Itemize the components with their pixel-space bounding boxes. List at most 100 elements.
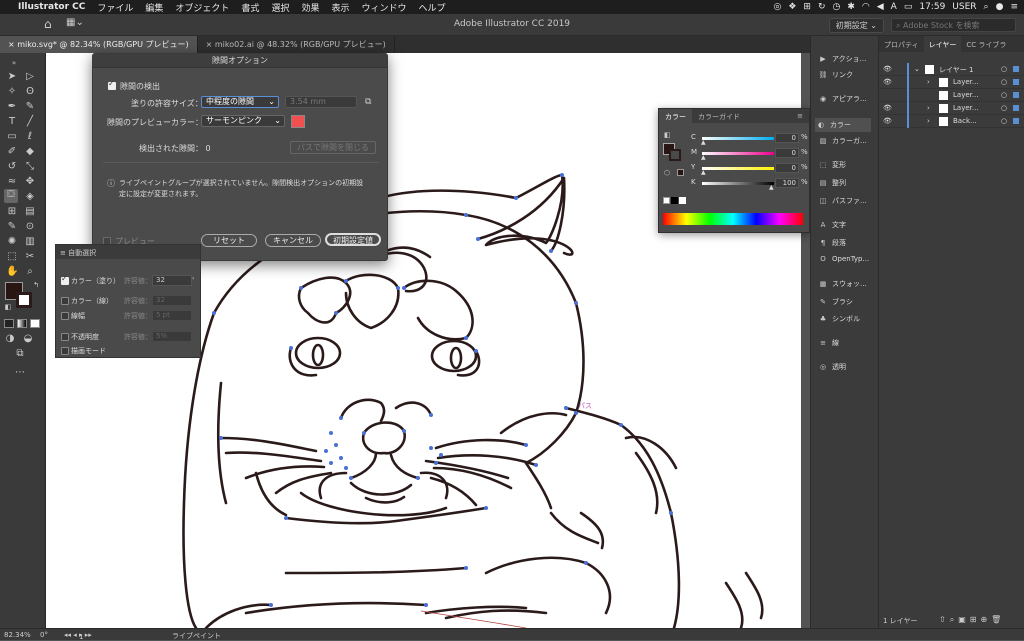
shaper-tool-icon[interactable]: ✐ (6, 146, 18, 158)
direct-selection-tool-icon[interactable]: ▷ (24, 71, 36, 83)
menu-help[interactable]: ヘルプ (413, 1, 452, 14)
curvature-tool-icon[interactable]: ✎ (24, 101, 36, 113)
dock-color-guide[interactable]: ▨ カラーガ... (817, 136, 867, 146)
shape-builder-tool-icon[interactable]: ◈ (24, 191, 36, 203)
tab-cc-libraries[interactable]: CC ライブラ (961, 36, 1011, 52)
chevron-right-icon[interactable]: › (192, 275, 194, 282)
dock-transparency[interactable]: ◎ 透明 (817, 362, 846, 372)
dock-opentype[interactable]: O OpenTyp... (817, 255, 869, 263)
chevron-right-icon[interactable]: › (927, 117, 930, 125)
dock-brushes[interactable]: ✎ ブラシ (817, 297, 853, 307)
default-settings-button[interactable]: 初期設定値 (325, 233, 381, 246)
dock-character[interactable]: A 文字 (817, 220, 846, 230)
hand-tool-icon[interactable]: ✋ (6, 266, 18, 278)
target-icon[interactable]: ○ (1001, 65, 1007, 73)
magic-wand-tool-icon[interactable]: ✧ (6, 86, 18, 98)
selection-indicator[interactable] (1013, 105, 1019, 111)
slider-handle[interactable]: ▲ (701, 154, 706, 161)
cancel-button[interactable]: キャンセル (265, 234, 321, 247)
layer-row[interactable]: 👁 › Layer... ○ (879, 76, 1024, 89)
dock-pathfinder[interactable]: ◫ パスファ... (817, 196, 867, 206)
fill-size-select[interactable]: 中程度の隙間 ⌄ (201, 96, 279, 108)
collapse-icon[interactable]: » (8, 57, 20, 69)
gamut-swatch[interactable] (677, 169, 684, 176)
stroke-weight-checkbox[interactable] (61, 312, 69, 320)
menu-edit[interactable]: 編集 (139, 1, 169, 14)
zoom-level[interactable]: 82.34% (4, 631, 31, 639)
puppet-warp-tool-icon[interactable]: ✥ (24, 176, 36, 188)
yellow-slider[interactable] (702, 167, 774, 170)
dropbox-icon[interactable]: ❖ (788, 2, 796, 12)
panel-stroke-swatch[interactable] (669, 149, 681, 161)
close-icon[interactable]: × (206, 40, 213, 49)
layer-row[interactable]: 👁 › Layer... ○ (879, 102, 1024, 115)
chevron-down-icon[interactable]: ⌄ (914, 65, 920, 73)
tab-color[interactable]: カラー (659, 109, 692, 123)
menu-file[interactable]: ファイル (91, 1, 139, 14)
yellow-value[interactable]: 0 (775, 163, 799, 173)
reset-button[interactable]: リセット (201, 234, 257, 247)
screen-mode-icon[interactable]: ⧉ (14, 348, 26, 360)
symbol-sprayer-tool-icon[interactable]: ✺ (6, 236, 18, 248)
visibility-eye-icon[interactable]: 👁 (883, 78, 892, 86)
workspace-switcher[interactable]: 初期設定 ⌄ (828, 18, 884, 33)
cc-icon[interactable]: ◎ (773, 2, 781, 12)
history-icon[interactable]: ↻ (818, 2, 826, 12)
cyan-slider[interactable] (702, 137, 774, 140)
selection-indicator[interactable] (1013, 79, 1019, 85)
line-tool-icon[interactable]: ╱ (24, 116, 36, 128)
bluetooth-icon[interactable]: ✱ (847, 2, 855, 12)
clip-icon[interactable]: ▣ (958, 615, 970, 624)
slider-handle[interactable]: ▲ (769, 184, 774, 191)
tab-properties[interactable]: プロパティ (879, 36, 924, 52)
stroke-color-checkbox[interactable] (61, 297, 69, 305)
dock-align[interactable]: ▤ 整列 (817, 178, 846, 188)
trash-icon[interactable]: 🗑 (991, 615, 1005, 624)
dock-color[interactable]: ◐ カラー (815, 118, 871, 132)
mesh-tool-icon[interactable]: ▤ (24, 206, 36, 218)
dock-actions[interactable]: ▶ アクショ... (817, 54, 866, 64)
layer-name[interactable]: Layer... (953, 91, 979, 99)
out-of-gamut-icon[interactable]: ⬡ (664, 169, 670, 177)
layer-row[interactable]: 👁 ⌄ レイヤー 1 ○ (879, 63, 1024, 76)
cyan-value[interactable]: 0 (775, 133, 799, 143)
scale-tool-icon[interactable]: ⤡ (24, 161, 36, 173)
target-icon[interactable]: ○ (1001, 104, 1007, 112)
dock-swatches[interactable]: ▦ スウォッ... (817, 279, 867, 289)
search-icon[interactable]: ⌕ (984, 2, 989, 12)
app-menu[interactable]: Illustrator CC (12, 2, 91, 12)
zoom-tool-icon[interactable]: ⌕ (24, 266, 36, 278)
paintbrush-tool-icon[interactable]: ℓ (24, 131, 36, 143)
dock-links[interactable]: ⛓ リンク (817, 70, 853, 80)
selection-indicator[interactable] (1013, 118, 1019, 124)
selection-tool-icon[interactable]: ➤ (6, 71, 18, 83)
layer-name[interactable]: Back... (953, 117, 977, 125)
preview-color-swatch[interactable] (291, 115, 305, 128)
stock-search-input[interactable]: ⌕ Adobe Stock を検索 (891, 18, 1016, 32)
dock-paragraph[interactable]: ¶ 段落 (817, 238, 846, 248)
type-tool-icon[interactable]: T (6, 116, 18, 128)
new-layer-icon[interactable]: ⊕ (980, 615, 991, 624)
swap-fill-stroke-icon[interactable]: ↰ (30, 279, 42, 291)
eraser-tool-icon[interactable]: ◆ (24, 146, 36, 158)
target-icon[interactable]: ○ (1001, 91, 1007, 99)
slider-handle[interactable]: ▲ (701, 169, 706, 176)
fill-color-checkbox[interactable] (61, 274, 69, 285)
menu-list-icon[interactable]: ≡ (1010, 2, 1018, 12)
menu-view[interactable]: 表示 (325, 1, 355, 14)
clock[interactable]: 17:59 (919, 2, 945, 12)
slider-handle[interactable]: ▲ (701, 139, 706, 146)
blend-tool-icon[interactable]: ⊙ (24, 221, 36, 233)
new-sublayer-icon[interactable]: ⊞ (970, 615, 981, 624)
external-link-icon[interactable]: ⧉ (365, 97, 371, 107)
white-color-chip[interactable] (679, 197, 686, 204)
close-gaps-with-paths-button[interactable]: パスで隙間を閉じる (290, 141, 376, 154)
layer-row[interactable]: Layer... ○ (879, 89, 1024, 102)
layer-row[interactable]: 👁 › Back... ○ (879, 115, 1024, 128)
default-colors-icon[interactable]: ◧ (2, 301, 14, 313)
target-icon[interactable]: ○ (1001, 117, 1007, 125)
selection-indicator[interactable] (1013, 92, 1019, 98)
more-tools-icon[interactable]: ⋯ (14, 367, 26, 379)
color-spectrum[interactable] (663, 213, 803, 225)
layer-name[interactable]: レイヤー 1 (939, 65, 973, 75)
